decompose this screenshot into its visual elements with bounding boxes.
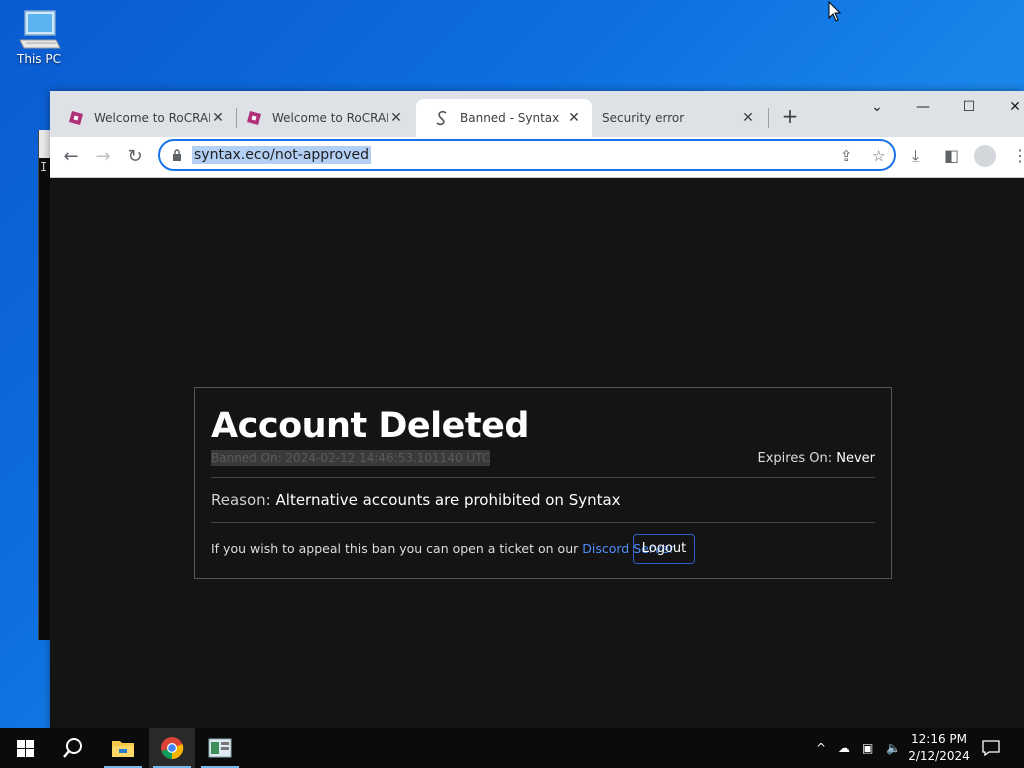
back-button[interactable]: ← [60, 146, 82, 168]
tab-rocraft-2[interactable]: Welcome to RoCRAFT ✕ [228, 99, 414, 137]
taskbar-clock[interactable]: 12:16 PM 2/12/2024 [900, 731, 978, 765]
tab-title: Banned - Syntax [460, 111, 560, 125]
browser-toolbar: ← → ↻ syntax.eco/not-approved ⇪ ☆ ⤓ ◧ ⋮ [50, 137, 1024, 178]
volume-muted-icon[interactable]: 🔈 [886, 728, 901, 768]
appeal-text: If you wish to appeal this ban you can o… [211, 541, 579, 556]
divider [211, 522, 875, 523]
close-window-button[interactable]: ✕ [1000, 95, 1024, 119]
search-icon [63, 738, 82, 758]
new-tab-button[interactable]: + [780, 105, 800, 127]
windows-start-icon [16, 739, 34, 757]
tab-search-button[interactable]: ⌄ [862, 95, 892, 119]
show-hidden-icons-button[interactable]: ^ [816, 728, 826, 768]
reason-value: Alternative accounts are prohibited on S… [275, 491, 621, 509]
maximize-button[interactable]: ☐ [954, 95, 984, 119]
onedrive-icon[interactable]: ☁ [838, 728, 850, 768]
rocraft-favicon-icon [247, 111, 261, 125]
side-panel-icon[interactable]: ◧ [944, 146, 959, 165]
bookmark-star-icon[interactable]: ☆ [872, 147, 885, 165]
url-text[interactable]: syntax.eco/not-approved [192, 146, 371, 164]
chrome-window: Welcome to RoCRAFT ✕ Welcome to RoCRAFT … [50, 91, 1024, 728]
address-bar[interactable]: syntax.eco/not-approved ⇪ ☆ [158, 139, 896, 171]
taskbar-app[interactable] [197, 728, 243, 768]
notification-center-icon[interactable] [982, 728, 1000, 768]
reason-line: Reason: Alternative accounts are prohibi… [211, 491, 621, 509]
lock-icon [173, 149, 181, 161]
tab-separator [768, 108, 769, 128]
reload-button[interactable]: ↻ [124, 146, 146, 168]
syntax-favicon-icon [436, 110, 447, 126]
search-button[interactable] [50, 728, 96, 768]
app-icon [208, 738, 232, 758]
tab-title: Welcome to RoCRAFT [94, 111, 210, 125]
taskbar-chrome[interactable] [149, 728, 195, 768]
expires-info: Expires On: Never [758, 451, 876, 466]
clock-date: 2/12/2024 [908, 749, 970, 763]
appeal-line: If you wish to appeal this ban you can o… [211, 541, 674, 556]
tab-security-error[interactable]: Security error ✕ [584, 99, 766, 137]
rocraft-favicon-icon [69, 111, 83, 125]
page-content: Account Deleted Banned On: 2024-02-12 14… [50, 178, 1024, 728]
menu-kebab-icon[interactable]: ⋮ [1012, 146, 1024, 165]
tab-close-icon[interactable]: ✕ [566, 110, 582, 126]
tab-rocraft-1[interactable]: Welcome to RoCRAFT ✕ [50, 99, 236, 137]
share-icon[interactable]: ⇪ [840, 147, 853, 165]
desktop-icon-label: This PC [17, 52, 61, 66]
tab-close-icon[interactable]: ✕ [740, 110, 756, 126]
chrome-icon [161, 737, 184, 760]
tab-strip: Welcome to RoCRAFT ✕ Welcome to RoCRAFT … [50, 91, 1024, 137]
forward-button[interactable]: → [92, 146, 114, 168]
expires-value: Never [836, 451, 875, 466]
start-button[interactable] [2, 728, 48, 768]
divider [211, 477, 875, 478]
download-icon[interactable]: ⤓ [912, 146, 919, 166]
ban-card: Account Deleted Banned On: 2024-02-12 14… [194, 387, 892, 579]
tab-close-icon[interactable]: ✕ [388, 110, 404, 126]
tab-banned-syntax[interactable]: Banned - Syntax ✕ [416, 99, 592, 137]
mouse-cursor-icon [828, 1, 842, 22]
desktop-icon-this-pc[interactable]: This PC [10, 8, 68, 66]
logout-button[interactable]: Logout [633, 534, 695, 564]
expires-label: Expires On: [757, 451, 833, 466]
banned-on-text: Banned On: 2024-02-12 14:46:53.101140 UT… [211, 450, 491, 466]
minimize-button[interactable]: — [908, 95, 938, 119]
tab-title: Security error [602, 111, 685, 125]
profile-avatar[interactable] [974, 145, 996, 167]
network-icon[interactable]: ▣ [862, 728, 873, 768]
page-title: Account Deleted [211, 406, 529, 446]
tab-title: Welcome to RoCRAFT [272, 111, 388, 125]
taskbar-file-explorer[interactable] [100, 728, 146, 768]
background-window-text: I [40, 160, 48, 174]
reason-label: Reason: [211, 491, 271, 509]
this-pc-icon [19, 10, 61, 49]
file-explorer-icon [112, 741, 134, 757]
tab-close-icon[interactable]: ✕ [210, 110, 226, 126]
taskbar: ^ ☁ ▣ 🔈 12:16 PM 2/12/2024 [0, 728, 1024, 768]
clock-time: 12:16 PM [911, 732, 967, 746]
